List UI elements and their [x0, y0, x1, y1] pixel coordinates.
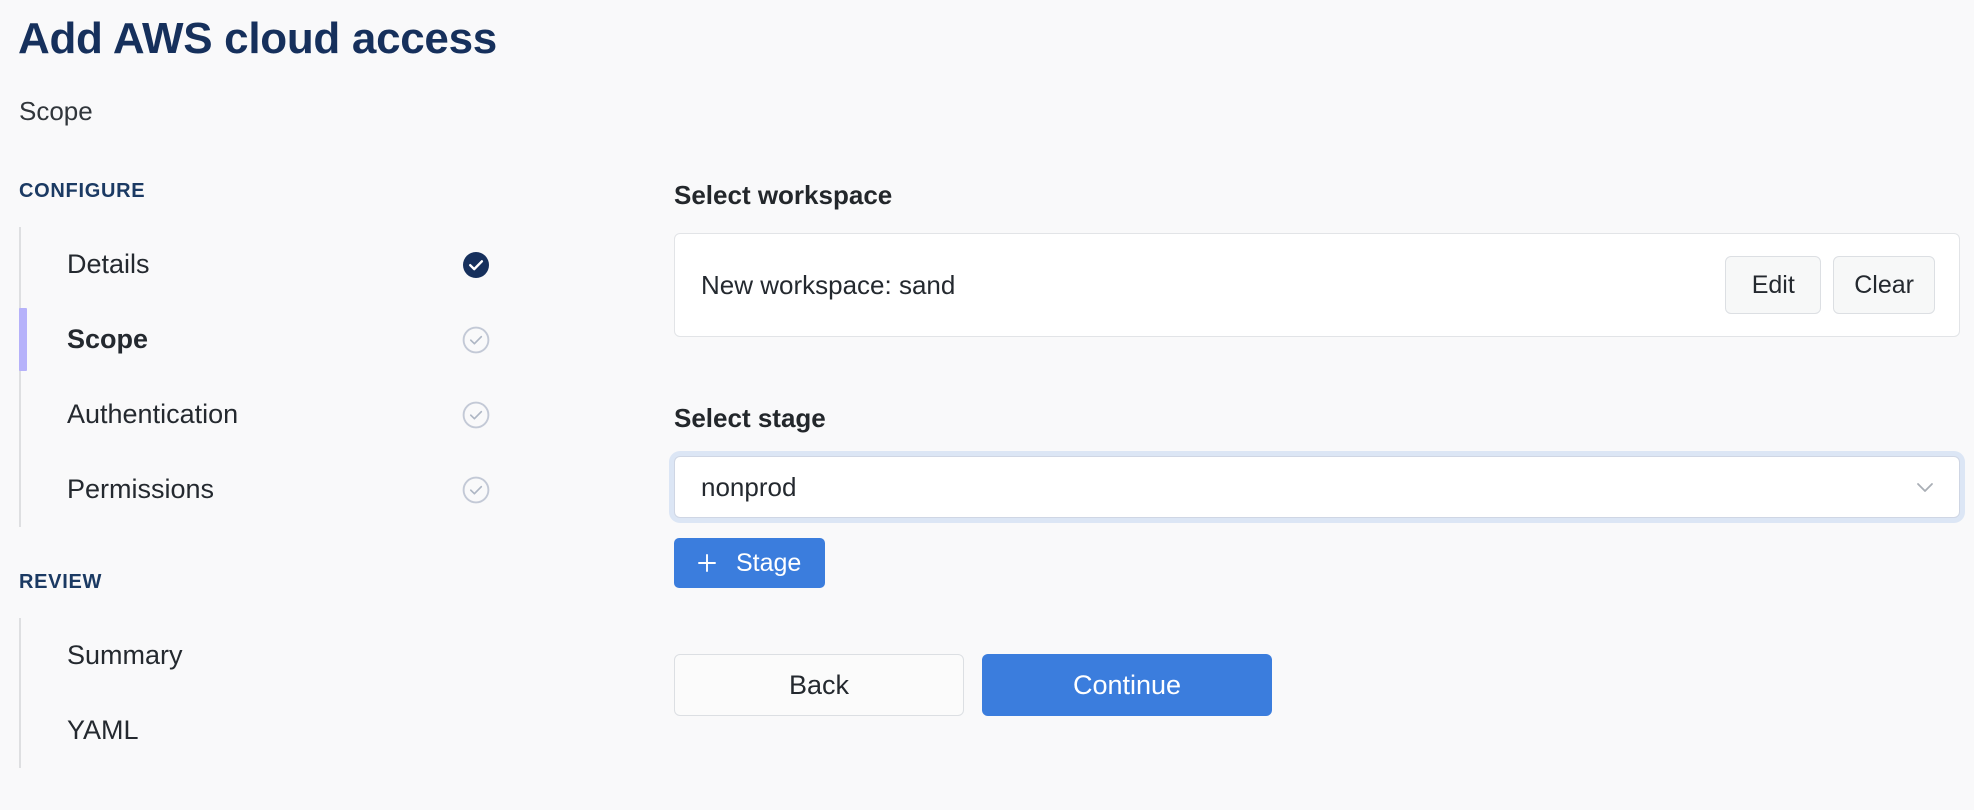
sidebar-item-label: Details [67, 249, 150, 279]
check-circle-outline-icon [462, 401, 490, 428]
plus-icon [698, 554, 716, 572]
sidebar-item-label: Scope [67, 324, 149, 354]
add-cloud-access-wizard: Add AWS cloud access Scope CONFIGURE Det… [0, 0, 1974, 810]
active-indicator-bar [19, 308, 27, 371]
page-subtitle: Scope [19, 96, 93, 126]
workspace-name-value: New workspace: sand [701, 269, 956, 300]
sidebar-group-header-review: REVIEW [19, 571, 103, 593]
sidebar-group-configure: Details Scope Authentication Permissions [0, 227, 520, 527]
add-stage-button[interactable]: Stage [674, 538, 826, 588]
sidebar-item-authentication[interactable]: Authentication [19, 377, 520, 452]
active-indicator-bar [19, 383, 27, 446]
page-title: Add AWS cloud access [18, 14, 497, 63]
sidebar-item-summary[interactable]: Summary [19, 618, 520, 693]
active-indicator-bar [19, 458, 27, 521]
add-stage-button-label: Stage [736, 548, 802, 577]
sidebar-item-label: Authentication [67, 399, 239, 429]
sidebar-item-label: Summary [67, 640, 183, 670]
sidebar-item-label: YAML [67, 715, 139, 745]
wizard-sidebar: CONFIGURE Details Scope Authentication P… [0, 180, 520, 768]
sidebar-group-header-configure: CONFIGURE [19, 180, 146, 202]
select-workspace-label: Select workspace [674, 180, 893, 210]
active-indicator-bar [19, 624, 27, 687]
sidebar-group-review: Summary YAML [0, 618, 520, 768]
chevron-down-icon [1917, 483, 1933, 492]
check-circle-filled-icon [463, 251, 489, 278]
scope-form: Select workspace New workspace: sand Edi… [674, 180, 1960, 716]
workspace-selection-card: New workspace: sand Edit Clear [674, 233, 1960, 337]
check-circle-outline-icon [462, 326, 490, 353]
back-button[interactable]: Back [674, 654, 964, 716]
wizard-nav-buttons: Back Continue [674, 654, 1960, 716]
sidebar-item-details[interactable]: Details [19, 227, 520, 302]
clear-workspace-button[interactable]: Clear [1833, 256, 1935, 314]
sidebar-item-yaml[interactable]: YAML [19, 693, 520, 768]
workspace-card-actions: Edit Clear [1725, 256, 1935, 314]
continue-button[interactable]: Continue [982, 654, 1272, 716]
stage-select[interactable]: nonprod [674, 456, 1960, 518]
stage-select-value: nonprod [701, 471, 797, 502]
edit-workspace-button[interactable]: Edit [1725, 256, 1822, 314]
sidebar-item-permissions[interactable]: Permissions [19, 452, 520, 527]
active-indicator-bar [19, 699, 27, 762]
sidebar-item-label: Permissions [67, 474, 215, 504]
check-circle-outline-icon [462, 476, 490, 503]
active-indicator-bar [19, 233, 27, 296]
sidebar-group-divider-space [0, 527, 520, 571]
sidebar-item-scope[interactable]: Scope [19, 302, 520, 377]
select-stage-label: Select stage [674, 403, 826, 433]
